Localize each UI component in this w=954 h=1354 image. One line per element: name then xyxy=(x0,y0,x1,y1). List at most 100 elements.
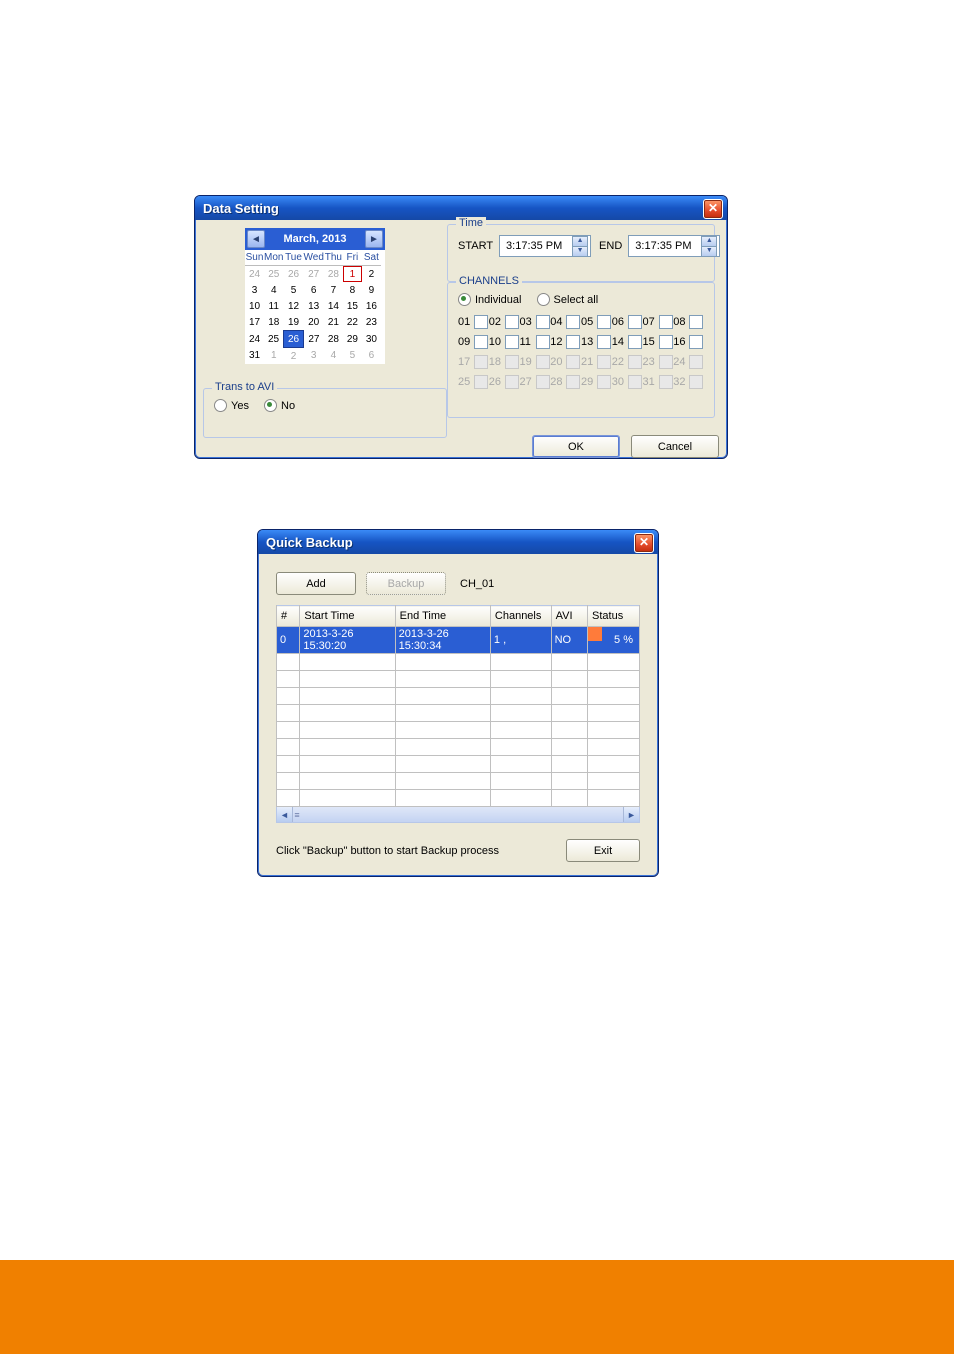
table-cell xyxy=(551,688,587,705)
prev-month-button[interactable]: ◄ xyxy=(247,230,265,248)
start-time-input[interactable]: 3:17:35 PM ▲▼ xyxy=(499,235,591,257)
table-cell xyxy=(300,722,395,739)
calendar-day-cell[interactable]: 5 xyxy=(284,282,304,298)
calendar-day-cell[interactable]: 6 xyxy=(304,282,324,298)
channel-number: 04 xyxy=(550,316,566,328)
backup-button[interactable]: Backup xyxy=(366,572,446,595)
channel-checkbox[interactable] xyxy=(536,335,550,349)
channel-checkbox[interactable] xyxy=(628,315,642,329)
calendar-day-cell[interactable]: 10 xyxy=(245,298,264,314)
add-button[interactable]: Add xyxy=(276,572,356,595)
calendar-day-cell: 28 xyxy=(324,266,343,283)
calendar-day-cell[interactable]: 14 xyxy=(324,298,343,314)
window-title: Data Setting xyxy=(203,201,279,216)
calendar-day-cell[interactable]: 1 xyxy=(343,266,362,283)
calendar-day-cell[interactable]: 9 xyxy=(362,282,381,298)
table-header[interactable]: Channels xyxy=(490,606,551,627)
calendar-month-label[interactable]: March, 2013 xyxy=(265,233,365,245)
table-row xyxy=(277,688,640,705)
table-header[interactable]: # xyxy=(277,606,300,627)
channels-selectall-radio[interactable]: Select all xyxy=(537,293,599,306)
channel-checkbox[interactable] xyxy=(566,335,580,349)
table-header[interactable]: Status xyxy=(588,606,640,627)
calendar-day-cell[interactable]: 21 xyxy=(324,314,343,331)
table-row xyxy=(277,773,640,790)
calendar-day-cell[interactable]: 27 xyxy=(304,331,324,348)
calendar-day-cell[interactable]: 29 xyxy=(343,331,362,348)
channel-number: 22 xyxy=(612,356,628,368)
calendar-day-cell[interactable]: 25 xyxy=(264,331,284,348)
spinner-icon[interactable]: ▲▼ xyxy=(701,236,717,257)
channel-number: 19 xyxy=(520,356,536,368)
exit-button[interactable]: Exit xyxy=(566,839,640,862)
calendar-day-cell[interactable]: 18 xyxy=(264,314,284,331)
channel-checkbox[interactable] xyxy=(474,335,488,349)
calendar-day-cell[interactable]: 12 xyxy=(284,298,304,314)
end-time-input[interactable]: 3:17:35 PM ▲▼ xyxy=(628,235,720,257)
trans-to-avi-group: Trans to AVI Yes No xyxy=(203,388,447,438)
channel-checkbox[interactable] xyxy=(689,315,703,329)
scroll-left-icon[interactable]: ◄ xyxy=(277,807,293,822)
table-row xyxy=(277,705,640,722)
channel-checkbox[interactable] xyxy=(659,335,673,349)
table-cell xyxy=(588,739,640,756)
channel-checkbox[interactable] xyxy=(597,315,611,329)
channels-individual-radio[interactable]: Individual xyxy=(458,293,521,306)
calendar-day-cell[interactable]: 30 xyxy=(362,331,381,348)
calendar-day-cell[interactable]: 3 xyxy=(245,282,264,298)
channel-checkbox[interactable] xyxy=(566,315,580,329)
calendar-day-cell[interactable]: 28 xyxy=(324,331,343,348)
calendar-day-cell[interactable]: 22 xyxy=(343,314,362,331)
table-row[interactable]: 02013-3-26 15:30:202013-3-26 15:30:341 ,… xyxy=(277,627,640,654)
horizontal-scrollbar[interactable]: ◄ ≡ ► xyxy=(276,807,640,823)
calendar-day-cell[interactable]: 7 xyxy=(324,282,343,298)
calendar-day-cell[interactable]: 16 xyxy=(362,298,381,314)
channel-checkbox[interactable] xyxy=(474,315,488,329)
calendar-day-cell[interactable]: 19 xyxy=(284,314,304,331)
calendar-day-cell: 3 xyxy=(304,348,324,365)
calendar-day-cell[interactable]: 31 xyxy=(245,348,264,365)
table-header[interactable]: Start Time xyxy=(300,606,395,627)
channel-checkbox xyxy=(566,355,580,369)
trans-yes-radio[interactable]: Yes xyxy=(214,399,249,412)
scroll-thumb[interactable]: ≡ xyxy=(293,807,623,822)
table-cell xyxy=(300,756,395,773)
ok-button[interactable]: OK xyxy=(532,435,620,458)
channel-checkbox[interactable] xyxy=(505,335,519,349)
channel-number: 13 xyxy=(581,336,597,348)
cancel-button[interactable]: Cancel xyxy=(631,435,719,458)
table-cell xyxy=(588,756,640,773)
close-icon[interactable]: ✕ xyxy=(634,533,654,553)
channel-checkbox[interactable] xyxy=(659,315,673,329)
calendar-day-cell[interactable]: 26 xyxy=(284,331,304,348)
channel-checkbox[interactable] xyxy=(689,335,703,349)
spinner-icon[interactable]: ▲▼ xyxy=(572,236,588,257)
calendar-day-cell[interactable]: 23 xyxy=(362,314,381,331)
next-month-button[interactable]: ► xyxy=(365,230,383,248)
channel-checkbox[interactable] xyxy=(597,335,611,349)
table-cell xyxy=(551,790,587,807)
calendar-day-cell[interactable]: 17 xyxy=(245,314,264,331)
table-header[interactable]: End Time xyxy=(395,606,490,627)
calendar-day-cell[interactable]: 13 xyxy=(304,298,324,314)
titlebar[interactable]: Quick Backup ✕ xyxy=(258,530,658,554)
channel-checkbox[interactable] xyxy=(628,335,642,349)
calendar-day-cell[interactable]: 15 xyxy=(343,298,362,314)
channel-checkbox[interactable] xyxy=(505,315,519,329)
calendar-day-cell[interactable]: 2 xyxy=(362,266,381,283)
table-cell xyxy=(277,671,300,688)
scroll-right-icon[interactable]: ► xyxy=(623,807,639,822)
page-footer xyxy=(0,1260,954,1354)
calendar-day-cell[interactable]: 8 xyxy=(343,282,362,298)
calendar-day-cell[interactable]: 20 xyxy=(304,314,324,331)
calendar-day-cell[interactable]: 11 xyxy=(264,298,284,314)
calendar-day-cell[interactable]: 4 xyxy=(264,282,284,298)
trans-no-radio[interactable]: No xyxy=(264,399,295,412)
close-icon[interactable]: ✕ xyxy=(703,199,723,219)
channel-number: 08 xyxy=(673,316,689,328)
calendar-day-cell[interactable]: 24 xyxy=(245,331,264,348)
channel-checkbox[interactable] xyxy=(536,315,550,329)
table-header[interactable]: AVI xyxy=(551,606,587,627)
radio-icon xyxy=(264,399,277,412)
channel-number: 15 xyxy=(643,336,659,348)
